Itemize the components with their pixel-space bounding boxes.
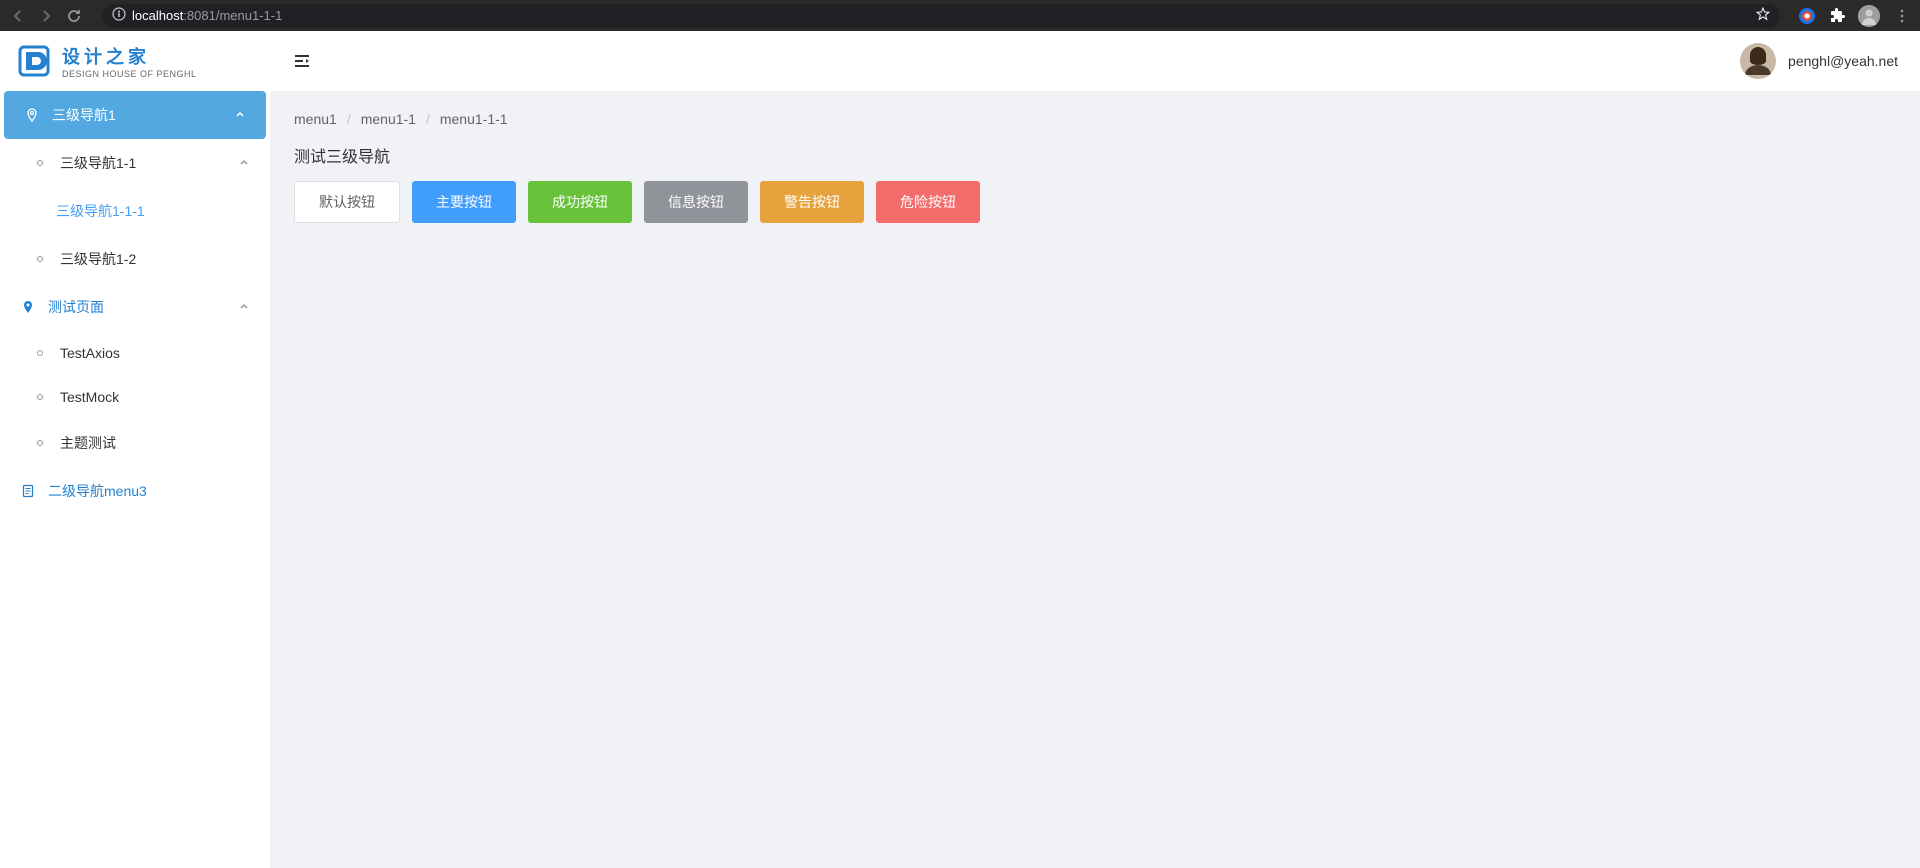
sidebar-item-label: TestMock: [60, 389, 250, 405]
circle-icon: [32, 394, 48, 400]
extension-icon[interactable]: [1798, 7, 1816, 25]
chevron-down-icon: [238, 301, 250, 313]
sidebar-item-themetest[interactable]: 主题测试: [0, 419, 270, 467]
reload-button[interactable]: [64, 6, 84, 26]
sidebar-item-label: 三级导航1-2: [60, 249, 250, 269]
sidebar-item-testpage[interactable]: 测试页面: [0, 283, 270, 331]
button-row: 默认按钮 主要按钮 成功按钮 信息按钮 警告按钮 危险按钮: [294, 181, 1896, 223]
sidebar-item-label: 主题测试: [60, 433, 250, 453]
sidebar-item-testaxios[interactable]: TestAxios: [0, 331, 270, 375]
circle-icon: [32, 440, 48, 446]
sidebar-item-label: 三级导航1-1-1: [56, 201, 250, 221]
sidebar-item-nav1-1[interactable]: 三级导航1-1: [0, 139, 270, 187]
circle-icon: [32, 256, 48, 262]
page-title: 测试三级导航: [294, 143, 1896, 167]
sidebar: 设计之家 DESIGN HOUSE OF PENGHL 三级导航1 三级导航1-…: [0, 31, 270, 868]
breadcrumb-separator: /: [347, 111, 351, 127]
sidebar-item-testmock[interactable]: TestMock: [0, 375, 270, 419]
user-area[interactable]: penghl@yeah.net: [1740, 43, 1898, 79]
sidebar-item-nav1-1-1[interactable]: 三级导航1-1-1: [0, 187, 270, 235]
sidebar-item-label: 三级导航1-1: [60, 153, 226, 173]
sidebar-menu: 三级导航1 三级导航1-1 三级导航1-1-1 三级导航1-2 测试页面: [0, 91, 270, 515]
profile-icon[interactable]: [1858, 5, 1880, 27]
breadcrumb-item[interactable]: menu1: [294, 111, 337, 127]
sidebar-item-label: 三级导航1: [52, 105, 222, 125]
back-button[interactable]: [8, 6, 28, 26]
logo[interactable]: 设计之家 DESIGN HOUSE OF PENGHL: [0, 31, 270, 91]
sidebar-item-label: TestAxios: [60, 345, 250, 361]
warning-button[interactable]: 警告按钮: [760, 181, 864, 223]
chevron-down-icon: [234, 109, 246, 121]
site-info-icon[interactable]: [112, 7, 126, 24]
info-button[interactable]: 信息按钮: [644, 181, 748, 223]
default-button[interactable]: 默认按钮: [294, 181, 400, 223]
url-text: localhost:8081/menu1-1-1: [132, 8, 282, 23]
user-email: penghl@yeah.net: [1788, 53, 1898, 69]
chevron-down-icon: [238, 157, 250, 169]
url-bar[interactable]: localhost:8081/menu1-1-1: [102, 4, 1780, 28]
danger-button[interactable]: 危险按钮: [876, 181, 980, 223]
hamburger-button[interactable]: [292, 51, 312, 71]
sidebar-item-nav1-2[interactable]: 三级导航1-2: [0, 235, 270, 283]
logo-title: 设计之家: [62, 43, 197, 69]
circle-icon: [32, 160, 48, 166]
circle-icon: [32, 350, 48, 356]
forward-button[interactable]: [36, 6, 56, 26]
browser-bar: localhost:8081/menu1-1-1: [0, 0, 1920, 31]
breadcrumb-item[interactable]: menu1-1: [361, 111, 416, 127]
sidebar-item-nav1[interactable]: 三级导航1: [4, 91, 266, 139]
topbar: penghl@yeah.net: [270, 31, 1920, 91]
sidebar-item-label: 二级导航menu3: [48, 481, 250, 501]
location-icon: [24, 108, 40, 122]
extensions-icon[interactable]: [1828, 7, 1846, 25]
breadcrumb-item: menu1-1-1: [440, 111, 508, 127]
logo-subtitle: DESIGN HOUSE OF PENGHL: [62, 69, 197, 79]
document-icon: [20, 484, 36, 498]
success-button[interactable]: 成功按钮: [528, 181, 632, 223]
breadcrumb-separator: /: [426, 111, 430, 127]
location-icon: [20, 300, 36, 314]
breadcrumb: menu1 / menu1-1 / menu1-1-1: [294, 111, 1896, 127]
sidebar-item-label: 测试页面: [48, 297, 226, 317]
more-icon[interactable]: [1892, 6, 1912, 26]
sidebar-item-menu3[interactable]: 二级导航menu3: [0, 467, 270, 515]
star-icon[interactable]: [1756, 7, 1770, 24]
avatar: [1740, 43, 1776, 79]
logo-icon: [16, 43, 52, 79]
primary-button[interactable]: 主要按钮: [412, 181, 516, 223]
